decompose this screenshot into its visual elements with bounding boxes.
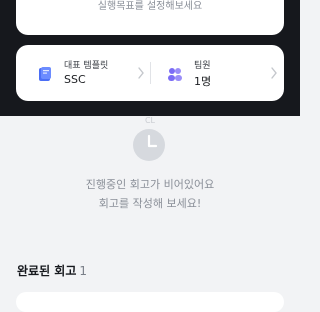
- goal-card[interactable]: 실행목표를 설정해보세요: [16, 0, 284, 35]
- completed-title-text: 완료된 회고: [17, 264, 77, 278]
- people-icon: [168, 68, 182, 81]
- completed-section-title: 완료된 회고 1: [17, 262, 87, 279]
- clock-badge: CL: [144, 116, 156, 125]
- empty-message: 진행중인 회고가 비어있어요: [85, 178, 215, 191]
- info-card: 대표 템플릿 SSC 팀원 1명: [16, 45, 284, 101]
- clock-icon: [133, 129, 165, 161]
- book-icon: [39, 67, 51, 81]
- completed-count: 1: [79, 264, 88, 278]
- template-item[interactable]: 대표 템플릿 SSC: [16, 45, 150, 101]
- goal-card-text: 실행목표를 설정해보세요: [97, 1, 203, 12]
- chevron-right-icon: [138, 67, 144, 79]
- chevron-right-icon: [271, 67, 277, 79]
- template-value: SSC: [64, 73, 86, 86]
- empty-submessage: 회고를 작성해 보세요!: [98, 197, 202, 210]
- team-label: 팀원: [194, 61, 211, 71]
- completed-retro-card[interactable]: [16, 292, 284, 312]
- team-item[interactable]: 팀원 1명: [151, 45, 284, 101]
- template-label: 대표 템플릿: [64, 61, 109, 71]
- team-value: 1명: [194, 75, 212, 88]
